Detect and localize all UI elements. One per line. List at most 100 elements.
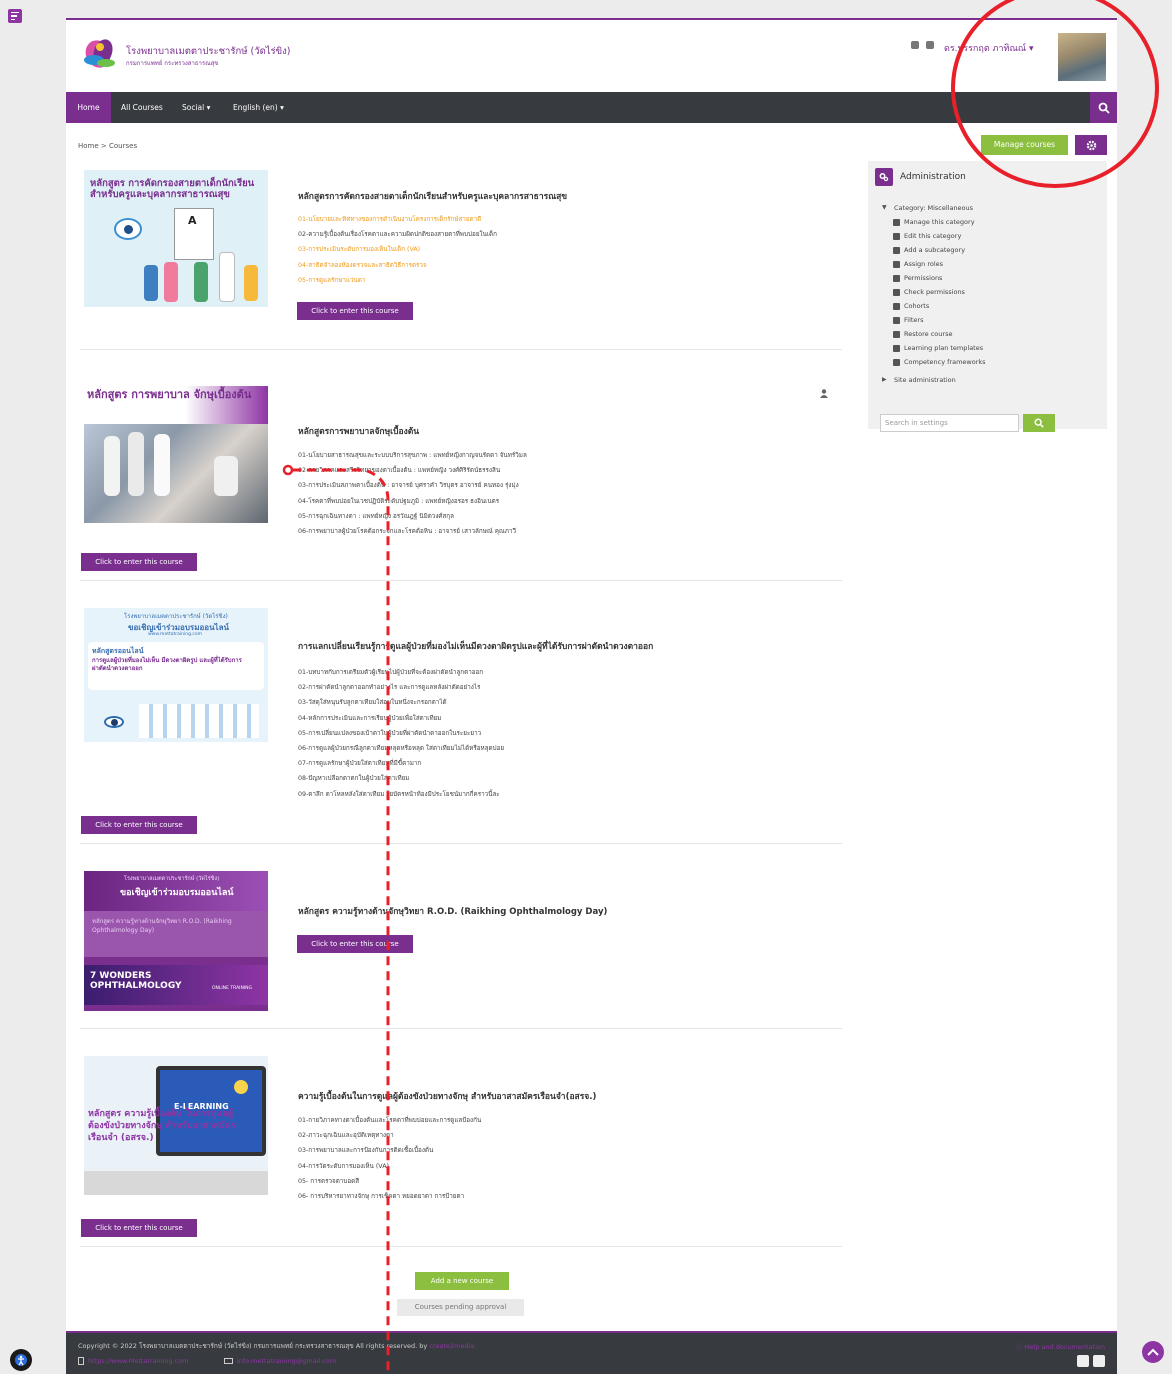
thumbnail-site: www.mettatraining.com xyxy=(148,632,202,637)
lesson-link[interactable]: 02-ภาวะฉุกเฉินและอุบัติเหตุทางตา xyxy=(298,1128,481,1143)
lesson-link[interactable]: 04-สาธิตจำลองห้องตรวจและสาธิตวิธีการตรวจ xyxy=(298,258,497,273)
template-icon xyxy=(893,358,900,366)
notification-bell-icon[interactable] xyxy=(911,41,919,49)
lesson-link[interactable]: 02-การผ่าตัดนำลูกตาออกทำอย่างไร และการดู… xyxy=(298,680,504,695)
footer-website-link[interactable]: https://www.Mettatraining.com xyxy=(88,1357,189,1365)
lesson-link[interactable]: 04-การวัดระดับการมองเห็น (VA) xyxy=(298,1159,481,1174)
lesson-link[interactable]: 04-หลักการประเมินและการเรียนผู้ป่วยเพื่อ… xyxy=(298,711,504,726)
main-navbar: Home All Courses Social ▾ English (en) ▾ xyxy=(66,92,1117,123)
lesson-link[interactable]: 09-ตาลึก ตาโหลหลังใส่ตาเทียม ใยบัตรหน้าท… xyxy=(298,787,504,802)
settings-search-input[interactable]: Search in settings xyxy=(880,414,1019,432)
enter-course-button[interactable]: Click to enter this course xyxy=(81,553,197,571)
enter-course-button[interactable]: Click to enter this course xyxy=(81,1219,197,1237)
enter-course-button[interactable]: Click to enter this course xyxy=(297,302,413,320)
lesson-link[interactable]: 02-ความรู้เบื้องต้นเรื่องโรคตาและความผิด… xyxy=(298,227,497,242)
youtube-icon[interactable] xyxy=(1093,1355,1105,1367)
admin-item-check-permissions[interactable]: Check permissions xyxy=(882,285,986,299)
lesson-link[interactable]: 08-ปัญหาเปลือกตาตกในผู้ป่วยใส่ตาเทียม xyxy=(298,771,504,786)
lesson-link[interactable]: 01-บทบาทกับการเตรียมตัวผู้เรียนไปผู้ป่วย… xyxy=(298,665,504,680)
lesson-link[interactable]: 03-การประเมินสภาพตาเบื้องต้น : อาจารย์ บ… xyxy=(298,478,527,493)
enter-course-button[interactable]: Click to enter this course xyxy=(297,935,413,953)
thumbnail-desc: การดูแลผู้ป่วยที่มองไม่เห็น มีดวงตาผิดรู… xyxy=(92,657,242,672)
lesson-link[interactable]: 03-การพยาบาลและการป้องกันการติดเชื้อเบื้… xyxy=(298,1143,481,1158)
admin-item-restore-course[interactable]: Restore course xyxy=(882,327,986,341)
admin-item-permissions[interactable]: Permissions xyxy=(882,271,986,285)
page-container: โรงพยาบาลเมตตาประชารักษ์ (วัดไร่ขิง) กรม… xyxy=(66,18,1117,1331)
course-item: E-LEARNING หลักสูตร ความรู้เบื้องต้น ในก… xyxy=(80,1052,842,1247)
course-title[interactable]: ความรู้เบื้องต้นในการดูแลผู้ต้องขังป่วยท… xyxy=(298,1089,596,1103)
lesson-link[interactable]: 01-นโยบายสาธารณสุขและระบบบริการสุขภาพ : … xyxy=(298,448,527,463)
search-icon[interactable] xyxy=(1023,414,1055,432)
course-thumbnail[interactable]: โรงพยาบาลเมตตาประชารักษ์ (วัดไร่ขิง) ขอเ… xyxy=(84,871,268,1011)
footer-website[interactable]: https://www.Mettatraining.com xyxy=(78,1357,189,1365)
lesson-link[interactable]: 05-การดูแลรักษาแว่นตา xyxy=(298,273,497,288)
lesson-link[interactable]: 01-กายวิภาคทางตาเบื้องต้นและโรคตาที่พบบ่… xyxy=(298,1113,481,1128)
admin-site-administration[interactable]: ▶ Site administration xyxy=(882,373,986,387)
lesson-link[interactable]: 03-การประเมินระดับการมองเห็นในเด็ก (VA) xyxy=(298,242,497,257)
course-thumbnail[interactable]: หลักสูตร การคัดกรองสายตาเด็กนักเรียน สำห… xyxy=(84,170,268,307)
nav-all-courses[interactable]: All Courses xyxy=(121,92,163,123)
hospital-logo[interactable] xyxy=(78,30,122,74)
admin-title: Administration xyxy=(900,172,966,182)
course-title[interactable]: หลักสูตรการพยาบาลจักษุเบื้องต้น xyxy=(298,424,419,438)
admin-item-add-subcategory[interactable]: Add a subcategory xyxy=(882,243,986,257)
footer-help-link[interactable]: Help and documentation xyxy=(1025,1343,1105,1351)
lesson-link[interactable]: 06- การบริหารยาทางจักษุ การเช็ดตา หยอดยา… xyxy=(298,1189,481,1204)
lesson-link[interactable]: 02-กายวิภาคและสรีรวิทยาของตาเบื้องต้น : … xyxy=(298,463,527,478)
course-item: โรงพยาบาลเมตตาประชารักษ์ (วัดไร่ขิง) ขอเ… xyxy=(80,604,842,844)
drawer-toggle-icon[interactable] xyxy=(8,9,22,23)
user-icon xyxy=(893,260,900,268)
accessibility-icon[interactable] xyxy=(10,1349,32,1371)
admin-item-edit-category[interactable]: Edit this category xyxy=(882,229,986,243)
admin-item-manage-category[interactable]: Manage this category xyxy=(882,215,986,229)
footer-help[interactable]: ⓘ Help and documentation xyxy=(1016,1341,1105,1351)
breadcrumb: Home > Courses xyxy=(78,142,137,150)
lesson-link[interactable]: 05-การฉุกเฉินทางตา : แพทย์หญิง อรวัณฎฐ์ … xyxy=(298,509,527,524)
lesson-link[interactable]: 07-การดูแลรักษาผู้ป่วยใส่ตาเทียมที่มีขี้… xyxy=(298,756,504,771)
enter-course-button[interactable]: Click to enter this course xyxy=(81,816,197,834)
nav-social[interactable]: Social ▾ xyxy=(182,92,210,123)
admin-item-filters[interactable]: Filters xyxy=(882,313,986,327)
course-thumbnail[interactable]: E-LEARNING หลักสูตร ความรู้เบื้องต้น ในก… xyxy=(84,1056,268,1195)
lesson-link[interactable]: 01-นโยบายและทิศทางของการดำเนินงานโครงการ… xyxy=(298,212,497,227)
course-title[interactable]: การแลกเปลี่ยนเรียนรู้การดูแลผู้ป่วยที่มอ… xyxy=(298,639,653,653)
course-thumbnail[interactable]: หลักสูตร การพยาบาล จักษุเบื้องต้น xyxy=(84,386,268,523)
footer-email[interactable]: info.mettatraining@gmail.com xyxy=(224,1357,336,1365)
course-title[interactable]: หลักสูตร ความรู้ทางด้านจักษุวิทยา R.O.D.… xyxy=(298,904,607,918)
admin-category[interactable]: ▼ Category: Miscellaneous xyxy=(882,201,986,215)
search-icon[interactable] xyxy=(1090,92,1117,123)
lesson-link[interactable]: 04-โรคตาที่พบบ่อยในเวชปฏิบัติระดับปฐมภูม… xyxy=(298,494,527,509)
admin-item-learning-plans[interactable]: Learning plan templates xyxy=(882,341,986,355)
add-course-button[interactable]: Add a new course xyxy=(415,1272,509,1290)
footer-credit-link[interactable]: create2media xyxy=(429,1342,474,1350)
pending-courses-button[interactable]: Courses pending approval xyxy=(397,1299,524,1316)
nav-home[interactable]: Home xyxy=(66,92,111,123)
nav-language-label: English (en) xyxy=(233,103,278,112)
breadcrumb-home[interactable]: Home xyxy=(78,142,99,150)
lesson-link[interactable]: 03-วัสดุใส่หนุนรับลูกตาเทียมใส่อบในหนึ่ง… xyxy=(298,695,504,710)
scroll-top-icon[interactable] xyxy=(1142,1341,1164,1363)
user-menu[interactable]: ดร.ปรรกฤต ภาทิณณ์ ▾ xyxy=(944,41,1034,55)
admin-site-label: Site administration xyxy=(894,376,956,384)
lesson-link[interactable]: 05-การเปลี่ยนแปลงของเบ้าตาในผู้ป่วยที่ผ่… xyxy=(298,726,504,741)
pencil-icon xyxy=(893,218,900,226)
admin-item-competency[interactable]: Competency frameworks xyxy=(882,355,986,369)
gear-icon[interactable] xyxy=(1075,135,1107,155)
lesson-link[interactable]: 06-การดูแลผู้ป่วยกรณีลูกตาเทียมหลุดหรือห… xyxy=(298,741,504,756)
course-thumbnail[interactable]: โรงพยาบาลเมตตาประชารักษ์ (วัดไร่ขิง) ขอเ… xyxy=(84,608,268,742)
admin-item-assign-roles[interactable]: Assign roles xyxy=(882,257,986,271)
thumbnail-course: หลักสูตร ความรู้ทางด้านจักษุวิทยา R.O.D.… xyxy=(92,918,232,934)
lesson-link[interactable]: 05- การตรวจตาบอดสี xyxy=(298,1174,481,1189)
avatar[interactable] xyxy=(1058,33,1106,81)
footer-email-link[interactable]: info.mettatraining@gmail.com xyxy=(237,1357,336,1365)
lesson-link[interactable]: 06-การพยาบาลผู้ป่วยโรคต้อกระจกและโรคต้อห… xyxy=(298,524,527,539)
admin-item-cohorts[interactable]: Cohorts xyxy=(882,299,986,313)
facebook-icon[interactable] xyxy=(1077,1355,1089,1367)
course-title[interactable]: หลักสูตรการคัดกรองสายตาเด็กนักเรียนสำหรั… xyxy=(298,189,567,203)
admin-item-label: Restore course xyxy=(904,330,953,338)
admin-item-label: Add a subcategory xyxy=(904,246,966,254)
footer-copyright-text: Copyright © 2022 โรงพยาบาลเมตตาประชารักษ… xyxy=(78,1342,428,1350)
manage-courses-button[interactable]: Manage courses xyxy=(981,135,1068,155)
nav-language[interactable]: English (en) ▾ xyxy=(233,92,284,123)
messages-icon[interactable] xyxy=(926,41,934,49)
